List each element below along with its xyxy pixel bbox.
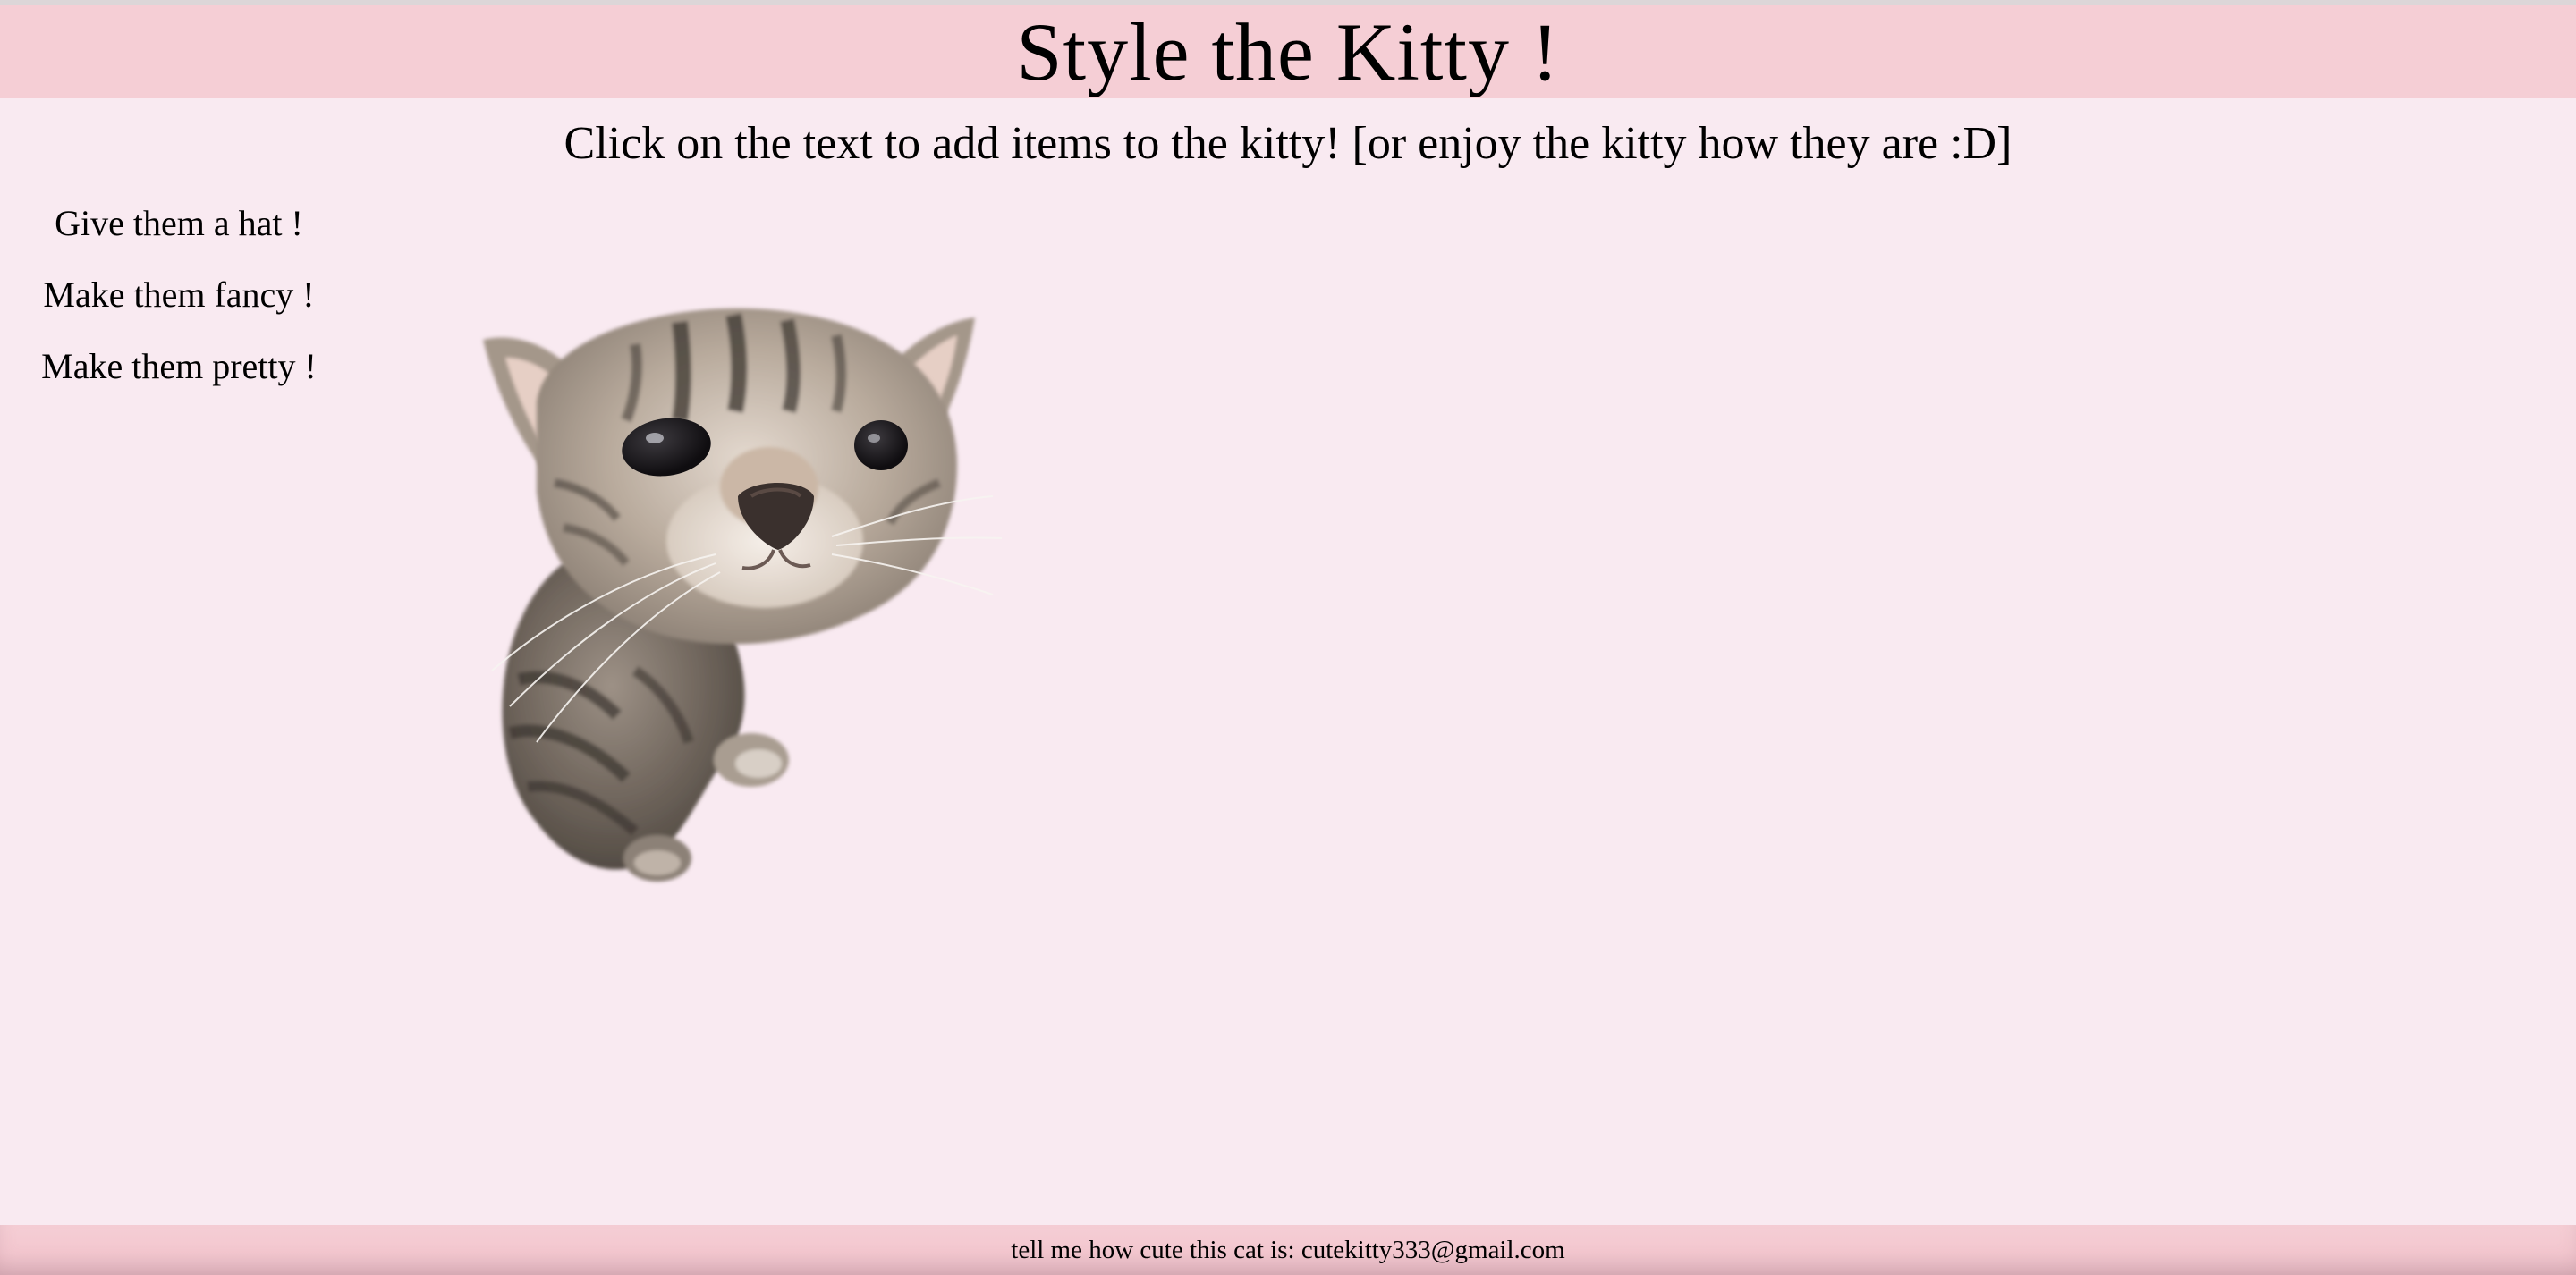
style-options-menu: Give them a hat ! Make them fancy ! Make…	[0, 197, 358, 411]
give-hat-option[interactable]: Give them a hat !	[0, 197, 358, 250]
make-pretty-option[interactable]: Make them pretty !	[0, 340, 358, 393]
page-footer: tell me how cute this cat is: cutekitty3…	[0, 1225, 2576, 1275]
make-fancy-option[interactable]: Make them fancy !	[0, 268, 358, 322]
kitten-image	[483, 308, 1003, 882]
page-title: Style the Kitty !	[1016, 6, 1560, 97]
page-header: Style the Kitty !	[0, 5, 2576, 98]
footer-contact-text: tell me how cute this cat is: cutekitty3…	[1011, 1235, 1565, 1264]
instructions-text: Click on the text to add items to the ki…	[564, 118, 2012, 169]
